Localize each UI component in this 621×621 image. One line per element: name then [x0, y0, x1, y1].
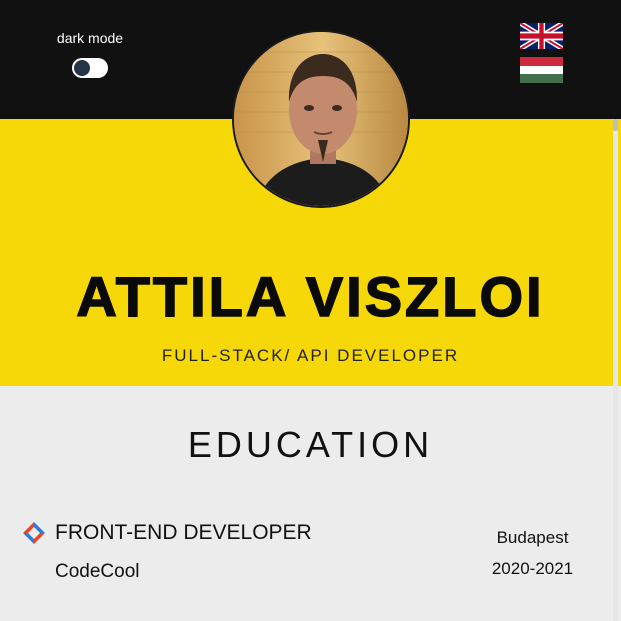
education-degree: FRONT-END DEVELOPER [55, 521, 312, 544]
education-years: 2020-2021 [491, 559, 574, 578]
education-section-title: EDUCATION [187, 424, 434, 465]
education-school: CodeCool [55, 561, 140, 582]
uk-flag-icon[interactable] [520, 23, 563, 49]
hungary-flag-icon[interactable] [520, 57, 563, 83]
profile-role: FULL-STACK/ API DEVELOPER [161, 346, 460, 365]
content-area [0, 386, 621, 621]
profile-name: ATTILA VISZLOI [76, 264, 545, 329]
codecool-logo-icon [22, 521, 46, 545]
avatar [232, 30, 410, 208]
scrollbar-thumb[interactable] [613, 119, 618, 131]
toggle-knob [74, 60, 90, 76]
dark-mode-label: dark mode [56, 30, 124, 46]
scrollbar-track[interactable] [613, 119, 618, 621]
education-city: Budapest [496, 528, 569, 547]
dark-mode-toggle[interactable] [72, 58, 108, 78]
